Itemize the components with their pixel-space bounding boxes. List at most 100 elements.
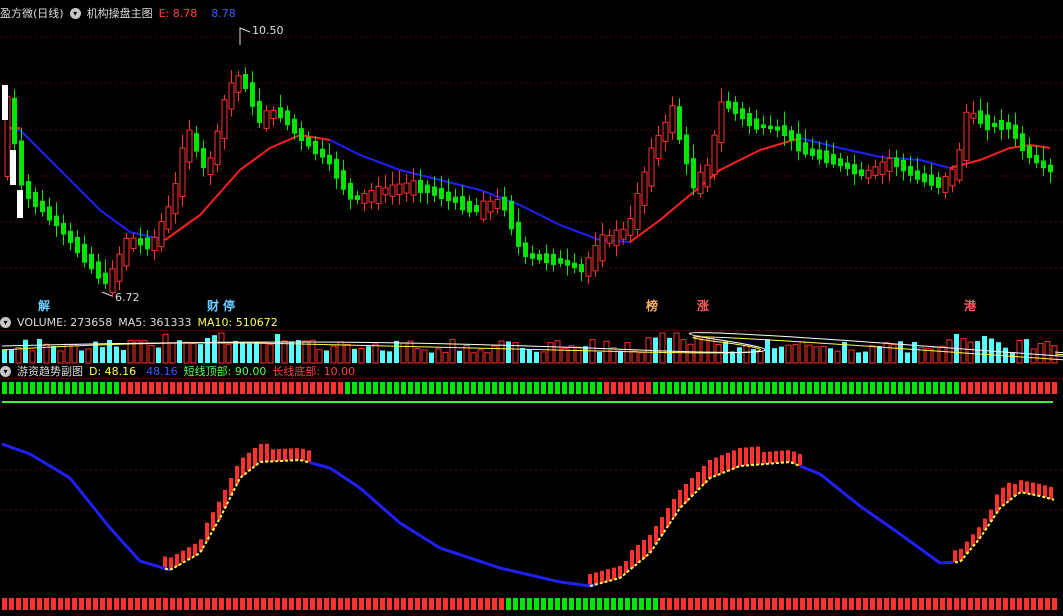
candle-body — [10, 150, 16, 185]
candle-body — [789, 130, 794, 141]
candle-body — [292, 118, 297, 134]
marker-jie[interactable]: 解 — [38, 297, 50, 314]
signal-strip-block — [51, 382, 56, 394]
signal-strip-block — [128, 598, 133, 610]
candle-body — [480, 200, 487, 220]
volume-bar — [212, 335, 217, 363]
candle-body — [460, 196, 465, 211]
trend-bar — [774, 451, 778, 464]
trend-bar — [1001, 487, 1005, 506]
signal-strip-block — [912, 382, 917, 394]
candle-body — [158, 221, 165, 248]
signal-strip-block — [660, 598, 665, 610]
candle-body — [669, 105, 676, 134]
signal-strip-block — [149, 382, 154, 394]
signal-strip-block — [786, 598, 791, 610]
trend-subchart[interactable] — [0, 378, 1063, 614]
candle-body — [894, 157, 899, 168]
trend-bar — [738, 448, 742, 466]
volume-chart[interactable] — [0, 330, 1063, 364]
signal-strip-block — [534, 382, 539, 394]
signal-strip-block — [793, 382, 798, 394]
signal-strip-block — [37, 382, 42, 394]
candle-body — [572, 262, 577, 269]
candle-body — [165, 206, 172, 230]
candle-body — [655, 134, 662, 159]
trend-bar — [259, 443, 263, 462]
volume-bar — [372, 343, 379, 364]
candle-body — [278, 107, 283, 119]
signal-strip-block — [30, 598, 35, 610]
chevron-down-icon[interactable]: ▾ — [0, 365, 11, 377]
trend-bar — [756, 446, 760, 465]
candle-body — [963, 111, 970, 162]
signal-strip-block — [226, 598, 231, 610]
volume-bar — [79, 350, 84, 363]
volume-bar — [233, 340, 238, 363]
candle-body — [803, 142, 808, 155]
volume-bar — [631, 350, 638, 364]
marker-ting[interactable]: 停 — [223, 297, 235, 314]
volume-bar — [554, 340, 561, 364]
trend-bar — [271, 449, 275, 462]
signal-strip-block — [814, 382, 819, 394]
marker-cai[interactable]: 财 — [207, 297, 219, 314]
signal-strip-block — [877, 598, 882, 610]
chevron-down-icon[interactable]: ▾ — [0, 316, 11, 328]
volume-bar — [380, 350, 385, 363]
candle-body — [711, 134, 718, 175]
signal-strip-block — [618, 598, 623, 610]
marker-bang[interactable]: 榜 — [646, 297, 658, 314]
candle-body — [17, 190, 23, 218]
signal-strip-block — [492, 382, 497, 394]
signal-strip-block — [422, 598, 427, 610]
trend-bar — [654, 526, 658, 544]
signal-strip-block — [198, 382, 203, 394]
signal-strip-block — [9, 382, 14, 394]
candle-body — [697, 171, 704, 195]
candle-body — [375, 185, 382, 205]
signal-strip-block — [688, 382, 693, 394]
marker-gang[interactable]: 港 — [964, 297, 976, 314]
trend-bar — [630, 550, 634, 568]
volume-bar — [520, 347, 525, 363]
marker-zhang[interactable]: 涨 — [697, 297, 709, 314]
signal-strip-block — [940, 382, 945, 394]
signal-strip-block — [961, 598, 966, 610]
signal-strip-block — [737, 598, 742, 610]
candle-body — [558, 258, 563, 264]
signal-strip-block — [527, 598, 532, 610]
sub-chart-title[interactable]: 游资趋势副图 — [17, 363, 83, 379]
signal-strip-block — [324, 598, 329, 610]
signal-strip-block — [1024, 598, 1029, 610]
signal-strip-block — [1031, 598, 1036, 610]
signal-strip-block — [569, 598, 574, 610]
candle-body — [634, 192, 641, 230]
signal-strip-block — [891, 598, 896, 610]
volume-bar — [169, 342, 176, 364]
volume-bar — [37, 339, 42, 363]
signal-strip-block — [905, 382, 910, 394]
signal-strip-block — [317, 382, 322, 394]
volume-bar — [568, 345, 575, 364]
signal-strip-block — [268, 598, 273, 610]
signal-strip-block — [786, 382, 791, 394]
volume-bar — [352, 348, 357, 363]
signal-strip-block — [877, 382, 882, 394]
signal-strip-block — [478, 598, 483, 610]
trend-bar — [690, 478, 694, 496]
signal-strip-block — [639, 598, 644, 610]
trend-bar — [1043, 485, 1047, 498]
candle-body — [341, 170, 346, 190]
signal-strip-block — [72, 598, 77, 610]
signal-strip-block — [695, 382, 700, 394]
volume-bar — [281, 340, 288, 364]
volume-bar — [863, 351, 868, 363]
candlestick-chart[interactable] — [0, 0, 1063, 310]
candle-body — [47, 206, 52, 221]
volume-bar — [484, 352, 491, 364]
signal-strip-block — [79, 598, 84, 610]
signal-strip-block — [1003, 382, 1008, 394]
trend-line-blue — [1, 442, 171, 572]
volume-bar — [737, 347, 742, 363]
